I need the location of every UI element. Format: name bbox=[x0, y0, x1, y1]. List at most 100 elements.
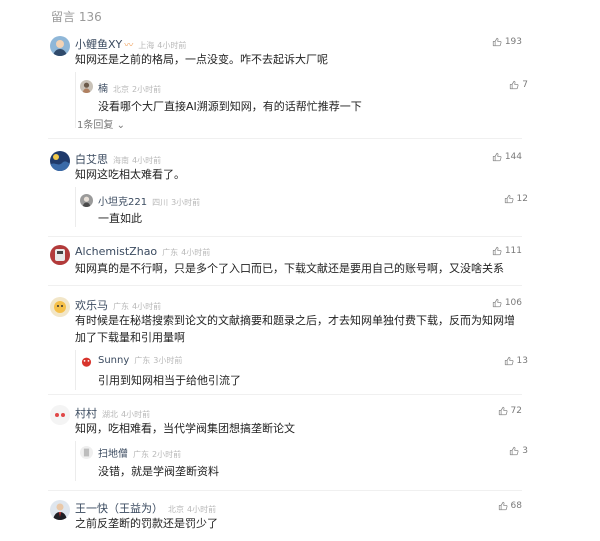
comment-text: 知网真的是不行啊，只是多个了入口而已，下载文献还是要用自己的账号啊，又没啥关系 bbox=[75, 262, 504, 275]
author-name[interactable]: 村村 bbox=[75, 407, 97, 420]
reply-text: 引用到知网相当于给他引流了 bbox=[98, 374, 241, 387]
comment-author[interactable]: AlchemistZhao 广东 4小时前 bbox=[75, 245, 210, 258]
author-name[interactable]: 欢乐马 bbox=[75, 299, 108, 312]
comment-time: 4小时前 bbox=[121, 410, 151, 419]
like-count: 12 bbox=[516, 194, 528, 204]
thumb-up-icon bbox=[498, 501, 508, 511]
divider bbox=[48, 490, 522, 491]
comment-time: 4小时前 bbox=[132, 156, 162, 165]
author-name[interactable]: 王一快（王益为） bbox=[75, 502, 163, 515]
author-location: 上海 bbox=[138, 41, 155, 50]
author-location: 北京 bbox=[113, 85, 129, 94]
reply-thread: 楠北京 2小时前 7 没看哪个大厂直接AI溯源到知网，有的话帮忙推荐一下 bbox=[75, 72, 531, 128]
expand-replies-label[interactable]: 1条回复 bbox=[77, 120, 113, 131]
reply-author[interactable]: Sunny 广东 3小时前 bbox=[98, 355, 182, 366]
comment-time: 2小时前 bbox=[132, 85, 162, 94]
thumb-up-icon bbox=[492, 37, 502, 47]
like-count: 7 bbox=[522, 80, 528, 90]
like-button[interactable]: 3 bbox=[509, 446, 528, 456]
like-button[interactable]: 13 bbox=[504, 356, 528, 366]
reply-thread: 小坦克221 四川 3小时前 12 一直如此 bbox=[75, 187, 531, 227]
thumb-up-icon bbox=[504, 194, 514, 204]
comment-text: 有时候是在秘塔搜索到论文的文献摘要和题录之后，才去知网单独付费下载，反而为知网增… bbox=[75, 314, 515, 344]
like-button[interactable]: 111 bbox=[492, 246, 522, 256]
reply-author[interactable]: 楠北京 2小时前 bbox=[98, 80, 161, 95]
author-name[interactable]: AlchemistZhao bbox=[75, 245, 157, 258]
divider bbox=[48, 394, 522, 395]
like-button[interactable]: 144 bbox=[492, 152, 522, 162]
reply-thread: Sunny 广东 3小时前 13 引用到知网相当于给他引流了 bbox=[75, 350, 531, 390]
avatar[interactable] bbox=[50, 405, 70, 425]
author-location: 广东 bbox=[134, 356, 151, 365]
author-location: 海南 bbox=[113, 156, 129, 165]
like-button[interactable]: 72 bbox=[498, 406, 522, 416]
chevron-down-icon: ⌄ bbox=[116, 120, 125, 131]
vip-badge-icon: 〰 bbox=[124, 41, 134, 51]
thumb-up-icon bbox=[498, 406, 508, 416]
author-location: 广东 bbox=[113, 302, 129, 311]
like-button[interactable]: 193 bbox=[492, 37, 522, 47]
like-button[interactable]: 7 bbox=[509, 80, 528, 90]
thumb-up-icon bbox=[492, 246, 502, 256]
like-count: 193 bbox=[504, 37, 522, 47]
divider bbox=[48, 285, 522, 286]
comment-author[interactable]: 村村 湖北 4小时前 bbox=[75, 405, 150, 421]
reply-text: 一直如此 bbox=[98, 212, 142, 225]
comments-count-header: 留言 136 bbox=[51, 10, 102, 24]
author-name[interactable]: 扫地僧 bbox=[98, 449, 128, 460]
like-count: 13 bbox=[516, 356, 528, 366]
comment-time: 3小时前 bbox=[153, 356, 183, 365]
comment-time: 2小时前 bbox=[152, 450, 182, 459]
author-location: 四川 bbox=[152, 198, 169, 207]
comment-text: 知网还是之前的格局，一点没变。咋不去起诉大厂呢 bbox=[75, 53, 328, 66]
reply-thread: 扫地僧 广东 2小时前 3 没错，就是学阀垄断资料 bbox=[75, 441, 531, 481]
author-location: 广东 bbox=[133, 450, 149, 459]
author-name[interactable]: Sunny bbox=[98, 355, 129, 366]
author-name[interactable]: 楠 bbox=[98, 84, 108, 95]
avatar[interactable] bbox=[50, 36, 70, 56]
avatar[interactable] bbox=[50, 151, 70, 171]
avatar[interactable] bbox=[80, 80, 93, 93]
avatar[interactable] bbox=[50, 297, 70, 317]
reply-author[interactable]: 扫地僧 广东 2小时前 bbox=[98, 445, 181, 460]
avatar[interactable] bbox=[50, 500, 70, 520]
thumb-up-icon bbox=[509, 80, 519, 90]
comment-time: 4小时前 bbox=[181, 248, 211, 257]
reply-text: 没错，就是学阀垄断资料 bbox=[98, 465, 219, 478]
author-location: 湖北 bbox=[102, 410, 118, 419]
like-button[interactable]: 106 bbox=[492, 298, 522, 308]
comment-author[interactable]: 白艾思 海南 4小时前 bbox=[75, 151, 161, 167]
comment-time: 4小时前 bbox=[132, 302, 162, 311]
thumb-up-icon bbox=[492, 152, 502, 162]
like-count: 3 bbox=[522, 446, 528, 456]
reply-author[interactable]: 小坦克221 四川 3小时前 bbox=[98, 193, 200, 208]
comment-text: 知网这吃相太难看了。 bbox=[75, 168, 185, 181]
divider bbox=[48, 138, 522, 139]
comment-time: 4小时前 bbox=[187, 505, 217, 514]
avatar[interactable] bbox=[50, 245, 70, 265]
like-button[interactable]: 12 bbox=[504, 194, 528, 204]
reply-text: 没看哪个大厂直接AI溯源到知网，有的话帮忙推荐一下 bbox=[98, 100, 362, 113]
author-name[interactable]: 白艾思 bbox=[75, 153, 108, 166]
comment-text: 之前反垄断的罚款还是罚少了 bbox=[75, 517, 218, 530]
comment-time: 3小时前 bbox=[171, 198, 201, 207]
author-name[interactable]: 小鲤鱼XY bbox=[75, 38, 122, 51]
avatar[interactable] bbox=[80, 355, 93, 368]
avatar[interactable] bbox=[80, 446, 93, 459]
expand-replies-link[interactable]: 1条回复 ⌄ bbox=[77, 116, 125, 131]
comment-time: 4小时前 bbox=[157, 41, 187, 50]
avatar[interactable] bbox=[80, 194, 93, 207]
comment-author[interactable]: 王一快（王益为） 北京 4小时前 bbox=[75, 500, 216, 516]
comment-text: 知网，吃相难看，当代学阀集团想搞垄断论文 bbox=[75, 422, 295, 435]
author-name[interactable]: 小坦克221 bbox=[98, 197, 147, 208]
like-count: 111 bbox=[504, 246, 522, 256]
like-count: 106 bbox=[504, 298, 522, 308]
comment-author[interactable]: 欢乐马 广东 4小时前 bbox=[75, 297, 161, 313]
like-count: 72 bbox=[510, 406, 522, 416]
thumb-up-icon bbox=[492, 298, 502, 308]
author-location: 北京 bbox=[168, 505, 184, 514]
like-button[interactable]: 68 bbox=[498, 501, 522, 511]
author-location: 广东 bbox=[162, 248, 179, 257]
comment-author[interactable]: 小鲤鱼XY 〰上海 4小时前 bbox=[75, 36, 186, 52]
divider bbox=[48, 236, 522, 237]
